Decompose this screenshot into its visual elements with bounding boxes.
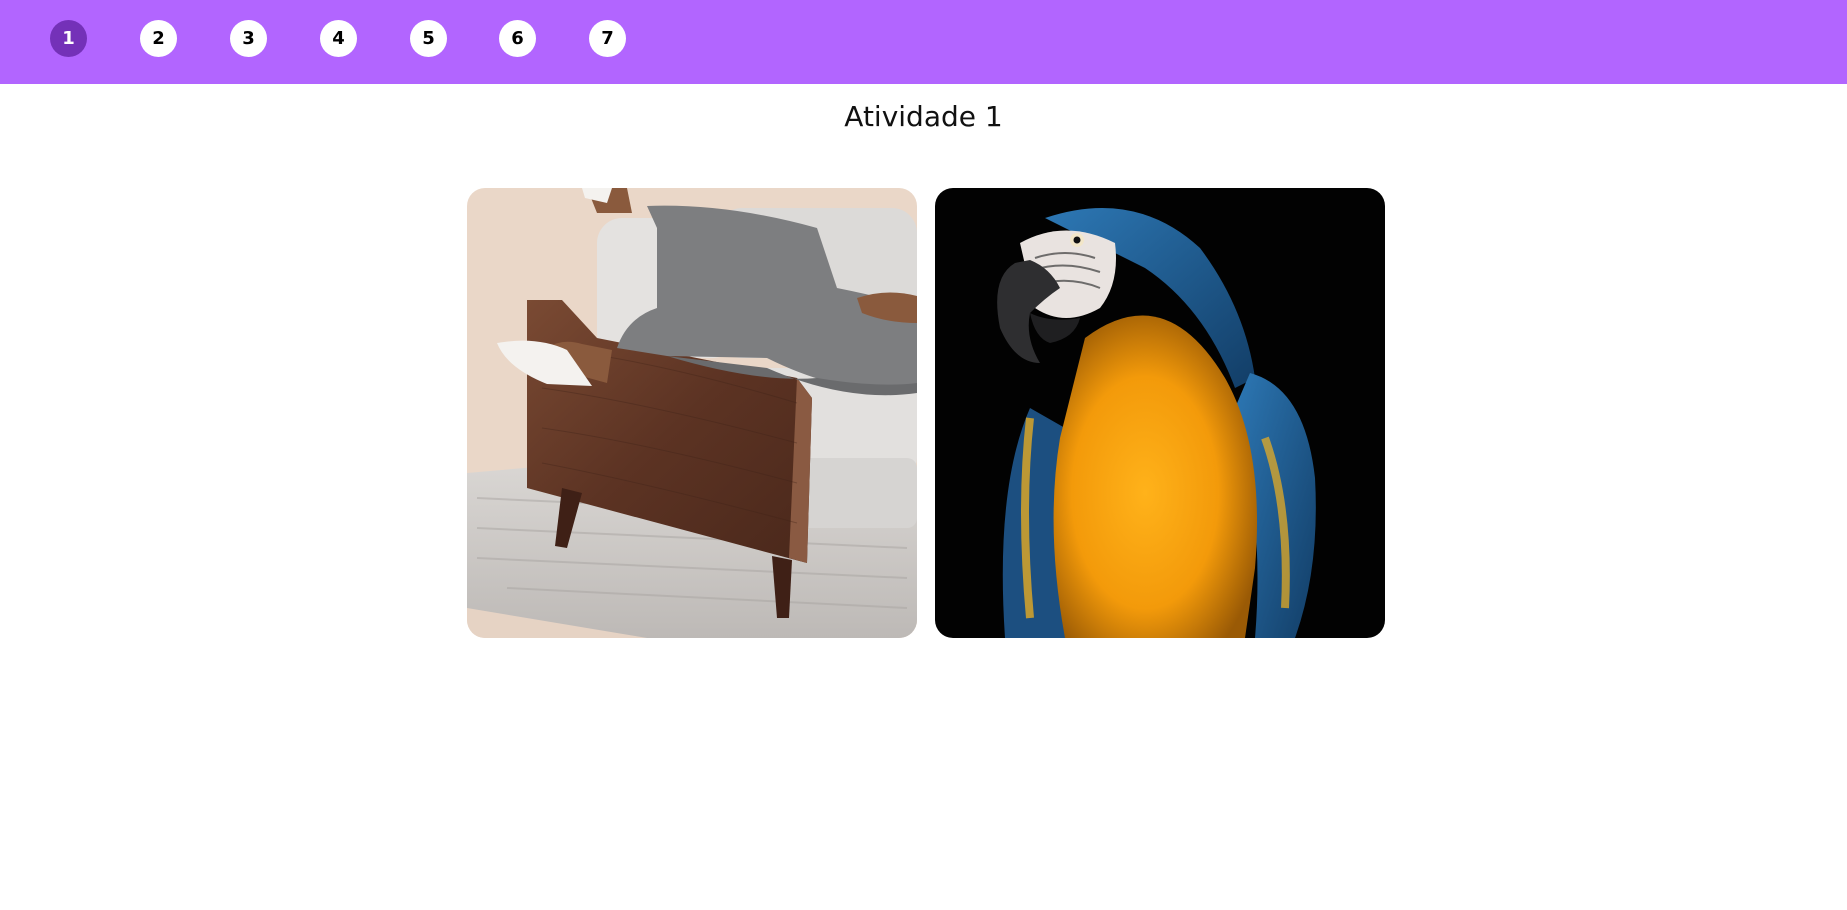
step-button-6[interactable]: 6 [499, 20, 536, 57]
step-button-2[interactable]: 2 [140, 20, 177, 57]
armchair-image [467, 188, 917, 638]
step-button-7[interactable]: 7 [589, 20, 626, 57]
step-button-5[interactable]: 5 [410, 20, 447, 57]
step-button-3[interactable]: 3 [230, 20, 267, 57]
step-button-1[interactable]: 1 [50, 20, 87, 57]
top-navigation-bar: 1 2 3 4 5 6 7 [0, 0, 1847, 84]
image-card-macaw[interactable] [935, 188, 1385, 638]
page-title: Atividade 1 [844, 100, 1003, 133]
step-button-4[interactable]: 4 [320, 20, 357, 57]
macaw-image [935, 188, 1385, 638]
image-card-armchair[interactable] [467, 188, 917, 638]
